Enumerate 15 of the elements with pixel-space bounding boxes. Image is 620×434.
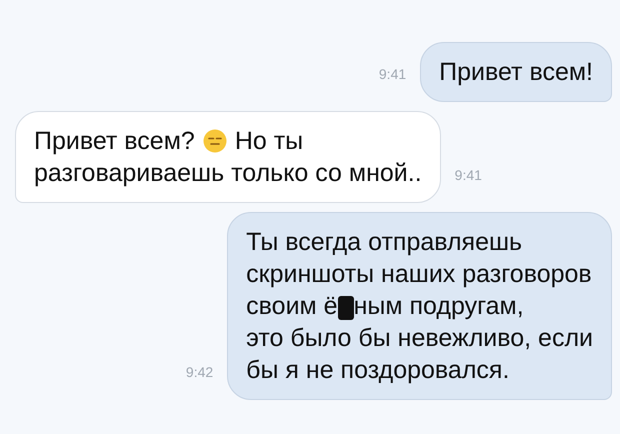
message-text: скриншоты наших разговоров bbox=[246, 259, 592, 290]
message-time: 9:41 bbox=[378, 66, 406, 82]
expressionless-face-icon bbox=[202, 129, 227, 153]
message-time: 9:42 bbox=[186, 364, 214, 380]
message-text: Привет всем! bbox=[439, 57, 593, 88]
message-text: это было бы невежливо, если bbox=[246, 323, 593, 354]
message-text: ным подругам, bbox=[354, 291, 524, 322]
message-text: Но ты bbox=[234, 126, 304, 157]
message-text: Ты всегда отправляешь bbox=[246, 227, 522, 258]
message-text: разговариваешь только со мной.. bbox=[34, 158, 422, 189]
message-text: бы я не поздоровался. bbox=[246, 355, 510, 386]
message-text: Привет всем? bbox=[34, 126, 195, 157]
censor-mark bbox=[338, 296, 354, 320]
message-text: своим ё bbox=[246, 291, 338, 322]
message-time: 9:41 bbox=[454, 167, 482, 183]
